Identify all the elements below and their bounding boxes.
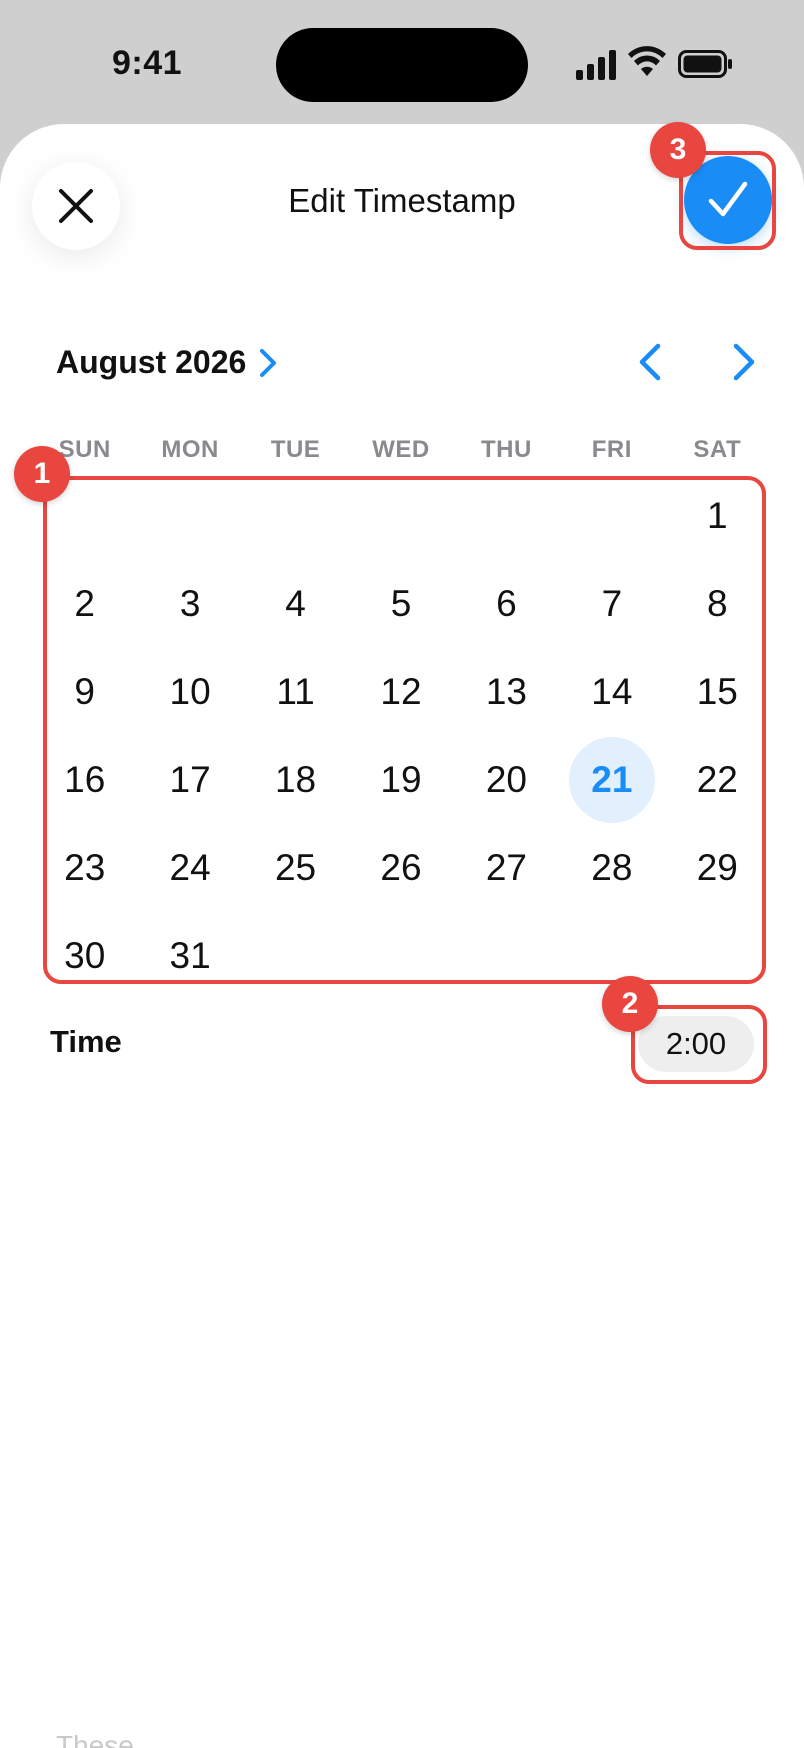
- status-time: 9:41: [112, 44, 183, 82]
- weekday-label: SAT: [693, 436, 742, 463]
- weekday-label: MON: [161, 436, 219, 463]
- weekday-label: THU: [481, 436, 532, 463]
- weekday-label: TUE: [270, 436, 321, 463]
- previous-month-button[interactable]: [630, 340, 674, 384]
- next-month-button[interactable]: [720, 340, 764, 384]
- battery-icon: [678, 50, 732, 78]
- annotation-box-calendar: [43, 476, 766, 984]
- time-label: Time: [50, 1024, 122, 1059]
- annotation-badge-3: 3: [650, 122, 706, 178]
- weekday-label: FRI: [591, 436, 632, 463]
- month-label: August 2026: [56, 344, 247, 380]
- annotation-badge-2: 2: [602, 976, 658, 1032]
- wifi-icon: [628, 46, 666, 76]
- annotation-badge-1: 1: [14, 446, 70, 502]
- month-picker-toggle[interactable]: August 2026: [56, 344, 278, 381]
- status-bar: 9:41: [0, 0, 804, 125]
- dynamic-island: [276, 28, 528, 102]
- bottom-hint-text: These: [56, 1730, 134, 1748]
- cellular-signal-icon: [576, 50, 616, 80]
- weekday-header: SUN MON TUE WED THU FRI SAT: [32, 436, 770, 464]
- chevron-right-icon: [260, 348, 277, 377]
- weekday-label: WED: [372, 436, 430, 463]
